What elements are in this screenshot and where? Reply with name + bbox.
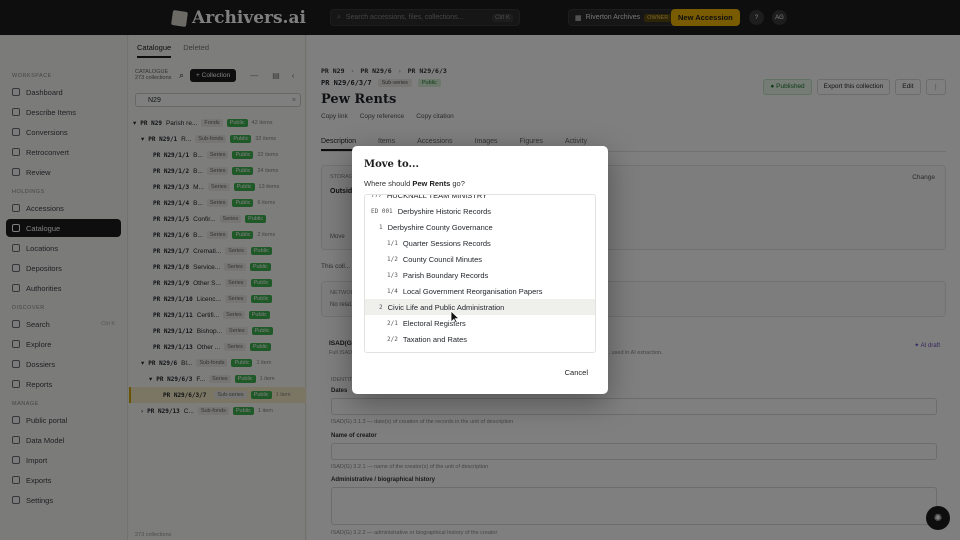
- option-label: Local Government Reorganisation Papers: [402, 286, 543, 296]
- option-code: 2: [379, 303, 383, 311]
- option-label: Derbyshire County Governance: [387, 222, 493, 232]
- destination-option[interactable]: 1/2 County Council Minutes: [365, 251, 595, 267]
- destination-option[interactable]: 1 Derbyshire County Governance: [365, 219, 595, 235]
- mouse-cursor-icon: [450, 310, 460, 324]
- option-label: Civic Life and Public Administration: [387, 302, 505, 312]
- destination-option[interactable]: ED 001 Derbyshire Historic Records: [365, 203, 595, 219]
- option-code: 2/1: [387, 319, 398, 327]
- option-code: 1/3: [387, 271, 398, 279]
- option-code: 777: [371, 194, 382, 199]
- destination-options: 777 HUCKNALL TEAM MINISTRY ED 001 Derbyshir…: [365, 194, 595, 353]
- destination-option[interactable]: 1/3 Parish Boundary Records: [365, 267, 595, 283]
- option-code: 1/2: [387, 255, 398, 263]
- destination-list[interactable]: 777 HUCKNALL TEAM MINISTRY ED 001 Derbyshir…: [364, 194, 596, 353]
- option-label: County Council Minutes: [402, 254, 483, 264]
- option-code: 1: [379, 223, 383, 231]
- option-code: ED 001: [371, 207, 393, 215]
- destination-option[interactable]: 2/1 Electoral Registers: [365, 315, 595, 331]
- option-label: Public Health Records: [403, 351, 477, 353]
- option-label: Taxation and Rates: [402, 334, 468, 344]
- option-label: HUCKNALL TEAM MINISTRY: [386, 194, 488, 200]
- option-code: 2/3: [387, 352, 398, 353]
- option-code: 2/2: [387, 335, 398, 343]
- destination-option[interactable]: 1/1 Quarter Sessions Records: [365, 235, 595, 251]
- destination-option[interactable]: 2 Civic Life and Public Administration: [365, 299, 595, 315]
- destination-option[interactable]: 2/3 Public Health Records: [365, 347, 595, 353]
- option-label: Quarter Sessions Records: [402, 238, 491, 248]
- move-to-dialog: Move to... Where should Pew Rents go? 77…: [352, 146, 608, 394]
- destination-option[interactable]: 2/2 Taxation and Rates: [365, 331, 595, 347]
- move-target: Pew Rents: [412, 179, 451, 188]
- dialog-title: Move to...: [364, 159, 419, 170]
- option-label: Parish Boundary Records: [402, 270, 489, 280]
- destination-option[interactable]: 777 HUCKNALL TEAM MINISTRY: [365, 194, 595, 203]
- cancel-button[interactable]: Cancel: [565, 368, 588, 377]
- destination-option[interactable]: 1/4 Local Government Reorganisation Paper…: [365, 283, 595, 299]
- option-code: 1/4: [387, 287, 398, 295]
- option-label: Derbyshire Historic Records: [397, 206, 492, 216]
- option-code: 1/1: [387, 239, 398, 247]
- dialog-question: Where should Pew Rents go?: [364, 179, 465, 188]
